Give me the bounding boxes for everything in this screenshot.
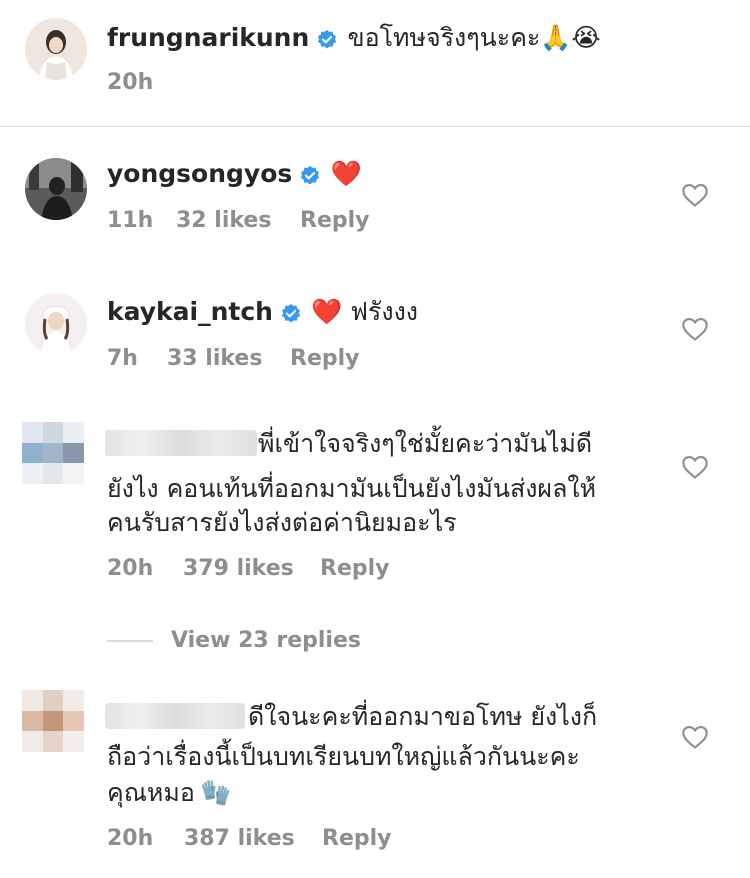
verified-badge-icon: [281, 303, 301, 323]
heart-outline-icon[interactable]: [681, 454, 709, 480]
username[interactable]: yongsongyos: [107, 159, 292, 188]
avatar[interactable]: [25, 18, 87, 80]
reply-button[interactable]: Reply: [320, 556, 390, 581]
likes-count[interactable]: 33 likes: [167, 346, 262, 371]
comment-text: ❤️: [330, 159, 362, 188]
likes-count[interactable]: 379 likes: [183, 556, 294, 581]
caption-text: ขอโทษจริงๆนะคะ🙏😭: [347, 23, 601, 52]
likes-count[interactable]: 32 likes: [176, 208, 271, 233]
verified-badge-icon: [301, 165, 320, 185]
avatar[interactable]: [25, 158, 87, 220]
reply-button[interactable]: Reply: [290, 346, 360, 371]
divider: [0, 126, 750, 127]
comment: yongsongyos ❤️: [107, 157, 362, 191]
comment-text: คนรับสารยังไงส่งต่อค่านิยมอะไร: [107, 508, 457, 537]
comment-time: 7h: [107, 346, 138, 371]
post-caption: frungnarikunn ขอโทษจริงๆนะคะ🙏😭: [107, 21, 601, 55]
comment-time: 11h: [107, 208, 154, 233]
comment-text: คุณหมอ 🧤: [107, 778, 232, 807]
verified-badge-icon: [318, 29, 337, 49]
view-replies-line: [107, 640, 153, 642]
username[interactable]: frungnarikunn: [107, 23, 309, 52]
avatar[interactable]: [25, 293, 87, 355]
heart-outline-icon[interactable]: [681, 316, 709, 342]
post-time: 20h: [107, 70, 154, 95]
reply-button[interactable]: Reply: [322, 826, 392, 851]
view-replies-button[interactable]: View 23 replies: [171, 628, 361, 653]
blurred-username[interactable]: [105, 701, 245, 731]
username[interactable]: kaykai_ntch: [107, 297, 273, 326]
heart-outline-icon[interactable]: [681, 724, 709, 750]
likes-count[interactable]: 387 likes: [184, 826, 295, 851]
comment-text: ถือว่าเรื่องนี้เป็นบทเรียนบทใหญ่แล้วกันน…: [107, 742, 580, 771]
heart-outline-icon[interactable]: [681, 182, 709, 208]
reply-button[interactable]: Reply: [300, 208, 370, 233]
avatar[interactable]: [22, 690, 84, 752]
comment-text: ยังไง คอนเท้นที่ออกมามันเป็นยังไงมันส่งผ…: [107, 474, 597, 503]
comment: kaykai_ntch ❤️ ฟรังงง: [107, 295, 418, 329]
comment-text: พี่เข้าใจจริงๆใช่มั้ยคะว่ามันไม่ดี: [258, 429, 593, 458]
blurred-username[interactable]: [105, 428, 257, 458]
avatar[interactable]: [22, 422, 84, 484]
comment-time: 20h: [107, 826, 154, 851]
comment-time: 20h: [107, 556, 154, 581]
comment-text: ดีใจนะคะที่ออกมาขอโทษ ยังไงก็: [248, 702, 598, 731]
glove-icon: 🧤: [199, 778, 232, 807]
comment-text: ❤️ ฟรังงง: [311, 297, 418, 326]
